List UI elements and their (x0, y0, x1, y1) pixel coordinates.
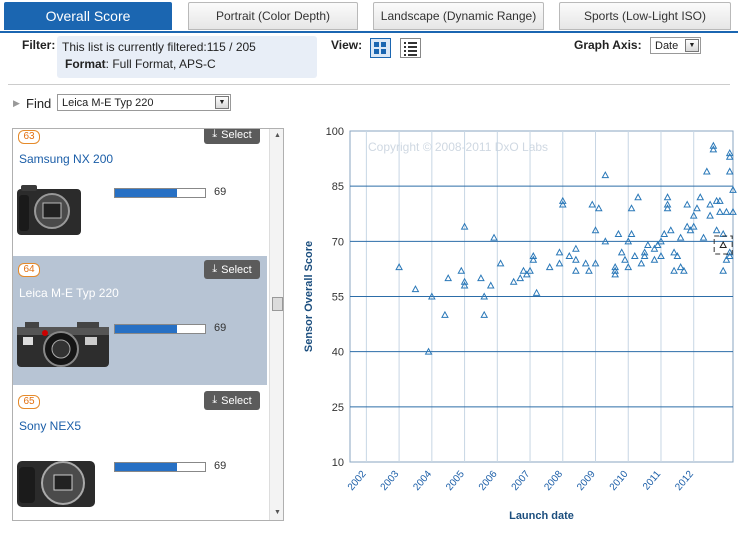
x-tick-label: 2009 (575, 469, 598, 493)
camera-name[interactable]: Leica M-E Typ 220 (19, 286, 119, 300)
camera-name[interactable]: Samsung NX 200 (19, 152, 113, 166)
y-tick-label: 100 (326, 126, 344, 138)
expand-arrow-icon[interactable]: ▶ (13, 98, 20, 109)
x-tick-label: 2006 (477, 469, 500, 493)
grid-view-icon (374, 42, 386, 54)
list-item-selected[interactable]: 64 ⤓ Select Leica M-E Typ 220 69 (13, 256, 267, 385)
select-label: Select (221, 263, 252, 276)
filter-count-text: This list is currently filtered:115 / 20… (62, 40, 256, 54)
score-value: 69 (214, 322, 227, 334)
filter-format: Format: Full Format, APS-C (62, 56, 312, 73)
list-scrollbar[interactable]: ▲ ▼ (269, 129, 283, 520)
camera-list[interactable]: 63 ⤓ Select Samsung NX 200 69 64 ⤓ Select … (12, 128, 284, 521)
y-axis-label: Sensor Overall Score (303, 241, 315, 352)
select-button[interactable]: ⤓ Select (204, 128, 260, 144)
view-label: View: (331, 38, 363, 52)
select-button[interactable]: ⤓ Select (204, 391, 260, 410)
divider (8, 84, 730, 85)
x-tick-label: 2005 (444, 469, 467, 493)
y-tick-label: 70 (332, 236, 344, 248)
y-tick-label: 10 (332, 457, 344, 469)
rank-badge: 63 (18, 130, 40, 144)
camera-image (17, 322, 109, 367)
find-label: Find (26, 96, 52, 111)
y-tick-label: 55 (332, 292, 344, 304)
score-bar-fill (115, 463, 178, 471)
select-label: Select (221, 128, 252, 141)
x-tick-label: 2012 (673, 469, 696, 493)
list-item[interactable]: 63 ⤓ Select Samsung NX 200 69 (13, 128, 267, 256)
score-bar (114, 462, 206, 472)
x-tick-label: 2007 (510, 469, 533, 493)
format-label: Format (65, 57, 106, 71)
x-axis-label: Launch date (509, 510, 574, 522)
score-tabs: Overall Score Portrait (Color Depth) Lan… (0, 0, 738, 33)
x-tick-label: 2002 (346, 469, 369, 493)
graph-axis-value: Date (655, 40, 679, 52)
select-button[interactable]: ⤓ Select (204, 260, 260, 279)
x-tick-label: 2011 (641, 469, 664, 493)
chevron-down-icon: ▼ (215, 96, 229, 109)
download-icon: ⤓ (212, 128, 218, 140)
y-tick-label: 40 (332, 347, 344, 359)
download-icon: ⤓ (212, 394, 218, 406)
list-item[interactable]: 65 ⤓ Select Sony NEX5 69 (13, 385, 267, 520)
find-value: Leica M-E Typ 220 (62, 97, 154, 109)
graph-axis-select[interactable]: Date ▼ (650, 37, 701, 54)
select-label: Select (221, 394, 252, 407)
x-tick-label: 2004 (411, 469, 434, 493)
tab-underline (0, 31, 738, 33)
rank-badge: 65 (18, 395, 40, 409)
list-view-button[interactable] (400, 38, 421, 58)
filter-label: Filter: (22, 38, 56, 52)
score-value: 69 (214, 186, 227, 198)
scroll-up-icon[interactable]: ▲ (270, 129, 283, 143)
download-icon: ⤓ (212, 263, 218, 275)
tab-overall-score[interactable]: Overall Score (4, 2, 172, 30)
x-tick-label: 2010 (608, 469, 631, 493)
find-select[interactable]: Leica M-E Typ 220 ▼ (57, 94, 231, 111)
x-tick-label: 2008 (542, 469, 565, 493)
score-chart[interactable]: Copyright © 2008-2011 DxO Labs 2002 2003 20… (296, 122, 738, 534)
tab-portrait[interactable]: Portrait (Color Depth) (188, 2, 358, 30)
score-bar-fill (115, 325, 178, 333)
scroll-down-icon[interactable]: ▼ (270, 506, 283, 520)
format-value: : Full Format, APS-C (105, 57, 216, 71)
chevron-down-icon: ▼ (685, 39, 699, 52)
score-bar (114, 324, 206, 334)
camera-image (17, 461, 95, 507)
list-view-icon (404, 42, 417, 56)
graph-axis-label: Graph Axis: (574, 38, 642, 52)
filter-summary: This list is currently filtered:115 / 20… (57, 36, 317, 78)
rank-badge: 64 (18, 263, 40, 277)
score-value: 69 (214, 460, 227, 472)
grid-view-button[interactable] (370, 38, 391, 58)
tab-landscape[interactable]: Landscape (Dynamic Range) (373, 2, 544, 30)
camera-image (17, 185, 81, 235)
tab-sports[interactable]: Sports (Low-Light ISO) (559, 2, 731, 30)
scrollbar-thumb[interactable] (272, 297, 283, 311)
camera-name[interactable]: Sony NEX5 (19, 419, 81, 433)
score-bar-fill (115, 189, 178, 197)
chart-watermark: Copyright © 2008-2011 DxO Labs (368, 140, 548, 154)
y-tick-label: 25 (332, 402, 344, 414)
score-bar (114, 188, 206, 198)
y-tick-label: 85 (332, 181, 344, 193)
x-tick-label: 2003 (379, 469, 402, 493)
